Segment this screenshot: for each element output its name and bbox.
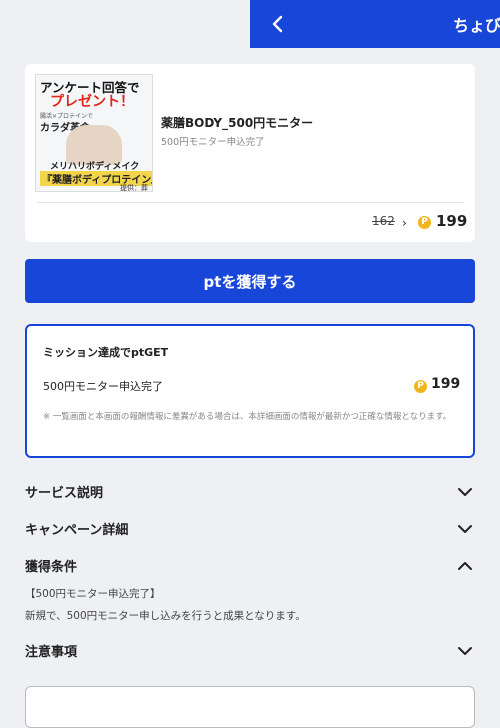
section-campaign[interactable]: キャンペーン詳細	[25, 517, 475, 541]
chevron-down-icon	[458, 488, 472, 496]
mission-title: ミッション達成でptGET	[43, 346, 169, 359]
mission-note: ※ 一覧画面と本画面の報酬情報に差異がある場合は、本詳細画面の情報が最新かつ正確…	[43, 412, 452, 422]
bottom-panel	[25, 686, 475, 728]
section-campaign-label: キャンペーン詳細	[25, 523, 129, 538]
back-button[interactable]	[264, 10, 292, 38]
offer-card: アンケート回答で プレゼント！ 腸活×プロテインで カラダ革命 メリハリボディメ…	[25, 64, 475, 242]
banner-credit: 提供：葬	[120, 184, 148, 192]
point-coin-icon: P	[414, 380, 427, 393]
offer-points: 199	[436, 212, 468, 230]
section-notes[interactable]: 注意事項	[25, 639, 475, 663]
mission-item: 500円モニター申込完了	[43, 380, 163, 393]
chevron-left-icon	[272, 15, 283, 33]
section-conditions[interactable]: 獲得条件	[25, 554, 475, 578]
get-points-button[interactable]: ptを獲得する	[25, 259, 475, 303]
old-points: 162	[372, 214, 395, 228]
mission-box: ミッション達成でptGET 500円モニター申込完了 P 199 ※ 一覧画面と…	[25, 324, 475, 458]
offer-name: 薬膳BODY_500円モニター	[161, 116, 314, 130]
chevron-down-icon	[458, 525, 472, 533]
page-title: ちょび	[453, 16, 500, 35]
section-conditions-label: 獲得条件	[25, 560, 78, 575]
chevron-up-icon	[458, 562, 472, 570]
banner-line2: プレゼント！	[50, 94, 134, 110]
divider	[37, 202, 463, 203]
point-coin-icon: P	[418, 216, 431, 229]
offer-subtitle: 500円モニター申込完了	[161, 137, 265, 148]
section-service-label: サービス説明	[25, 486, 104, 501]
chevron-right-icon: ›	[402, 216, 407, 230]
conditions-title: 【500円モニター申込完了】	[25, 588, 161, 600]
section-service[interactable]: サービス説明	[25, 480, 475, 504]
mission-points: 199	[431, 376, 461, 392]
offer-banner-image[interactable]: アンケート回答で プレゼント！ 腸活×プロテインで カラダ革命 メリハリボディメ…	[35, 74, 153, 192]
chevron-down-icon	[458, 647, 472, 655]
conditions-text: 新規で、500円モニター申し込みを行うと成果となります。	[25, 610, 306, 622]
top-bar: ちょび	[250, 0, 500, 48]
section-notes-label: 注意事項	[25, 645, 78, 660]
